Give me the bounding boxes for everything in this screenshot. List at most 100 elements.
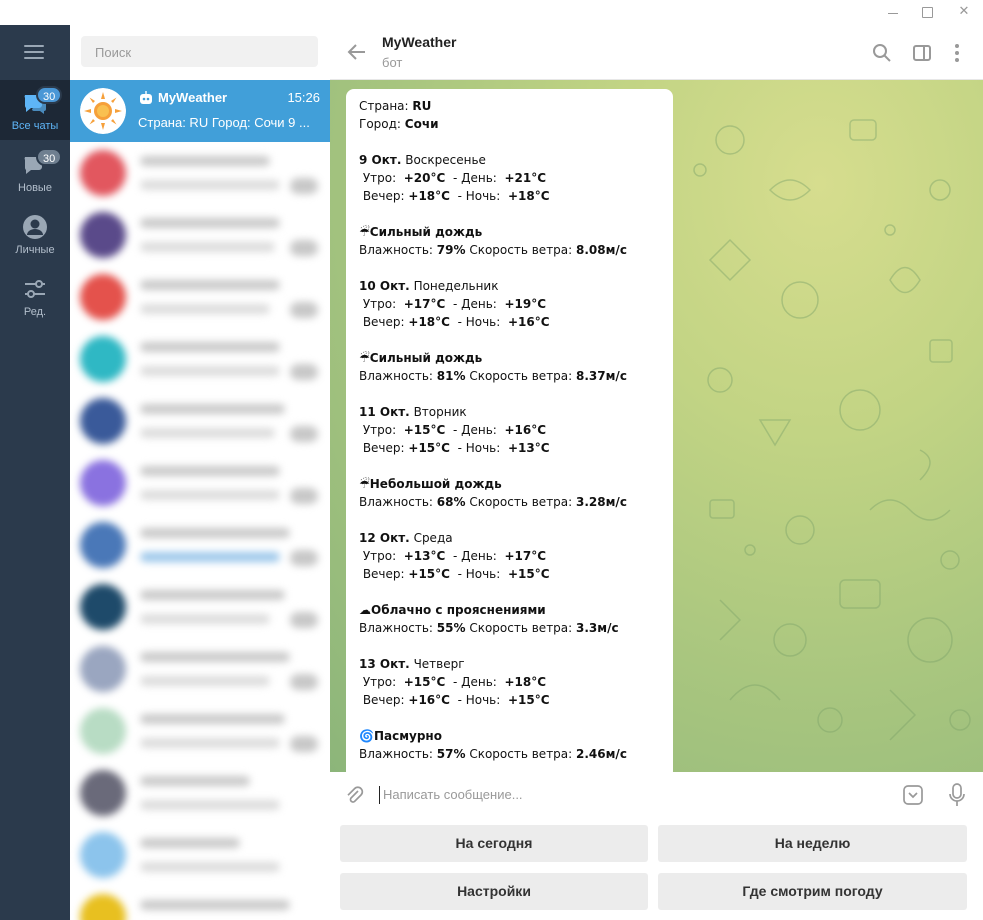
message-line: Утро: +20°C - День: +21°C <box>359 171 546 185</box>
message-line: Вечер: +18°C - Ночь: +16°C <box>359 315 550 329</box>
message-line <box>359 205 660 223</box>
message-line: Утро: +15°C - День: +16°C <box>359 423 546 437</box>
message-line: 9 Окт. Воскресенье <box>359 153 486 167</box>
avatar <box>80 150 126 196</box>
chat-list: Поиск MyWeather 15:26 Страна: RU Город: … <box>70 25 330 920</box>
more-vertical-icon[interactable] <box>946 42 968 64</box>
maximize-icon[interactable] <box>918 3 936 21</box>
message-line: 12 Окт. Среда <box>359 531 453 545</box>
settings-button[interactable]: Настройки <box>340 873 648 910</box>
folder-label: Ред. <box>23 306 47 318</box>
bot-keyboard: На сегодня На неделю Настройки Где смотр… <box>330 818 983 920</box>
folder-new[interactable]: 30 Новые <box>0 142 70 202</box>
message-line: Влажность: 81% Скорость ветра: 8.37м/с <box>359 369 627 383</box>
message-line <box>359 637 660 655</box>
message-line <box>359 511 660 529</box>
chat-item-myweather[interactable]: MyWeather 15:26 Страна: RU Город: Сочи 9… <box>70 80 330 142</box>
unread-badge: 30 <box>36 148 63 166</box>
avatar <box>80 460 126 506</box>
avatar <box>80 708 126 754</box>
chat-preview: Страна: RU Город: Сочи 9 ... <box>138 115 310 130</box>
window-titlebar: ✕ <box>0 0 983 25</box>
message-line <box>359 133 660 151</box>
close-icon[interactable]: ✕ <box>955 3 973 21</box>
chat-item-blurred[interactable] <box>70 452 330 514</box>
chat-item-blurred[interactable] <box>70 266 330 328</box>
avatar <box>80 274 126 320</box>
message-line: ☔Небольшой дождь <box>359 477 502 491</box>
folder-label: Все чаты <box>11 120 59 132</box>
search-icon[interactable] <box>871 42 893 64</box>
where-weather-button[interactable]: Где смотрим погоду <box>658 873 967 910</box>
microphone-icon[interactable] <box>948 783 966 807</box>
message-line <box>359 259 660 277</box>
folder-label: Новые <box>18 182 52 194</box>
message-line <box>359 385 660 403</box>
chat-item-blurred[interactable] <box>70 576 330 638</box>
search-input[interactable]: Поиск <box>81 36 318 67</box>
sidebar-toggle-icon[interactable] <box>911 42 933 64</box>
message-line: ☁Облачно с прояснениями <box>359 603 546 617</box>
message-line: Влажность: 68% Скорость ветра: 3.28м/с <box>359 495 627 509</box>
avatar <box>80 398 126 444</box>
message-line: Влажность: 55% Скорость ветра: 3.3м/с <box>359 621 619 635</box>
message-line: Утро: +15°C - День: +18°C <box>359 675 546 689</box>
folder-personal[interactable]: Личные <box>0 204 70 264</box>
chat-item-blurred[interactable] <box>70 390 330 452</box>
chat-item-blurred[interactable] <box>70 886 330 920</box>
chat-item-blurred[interactable] <box>70 762 330 824</box>
message-line: Город: Сочи <box>359 117 439 131</box>
message-line: 11 Окт. Вторник <box>359 405 467 419</box>
message-line: Страна: RU <box>359 99 432 113</box>
edit-filters-icon <box>25 280 45 298</box>
folder-all-chats[interactable]: 30 Все чаты <box>0 80 70 140</box>
unread-badge: 30 <box>36 86 63 104</box>
chat-item-blurred[interactable] <box>70 204 330 266</box>
chat-item-blurred[interactable] <box>70 328 330 390</box>
message-line: Вечер: +15°C - Ночь: +13°C <box>359 441 550 455</box>
avatar <box>80 770 126 816</box>
chat-name: MyWeather <box>158 90 228 105</box>
today-button[interactable]: На сегодня <box>340 825 648 862</box>
message-line <box>359 709 660 727</box>
chat-background: Страна: RU Город: Сочи 9 Окт. Воскресенье … <box>330 80 983 772</box>
avatar <box>80 894 126 920</box>
back-arrow-icon[interactable] <box>346 41 368 63</box>
chat-item-blurred[interactable] <box>70 142 330 204</box>
avatar <box>80 832 126 878</box>
folder-edit[interactable]: Ред. <box>0 266 70 326</box>
message-input[interactable]: Написать сообщение... <box>383 787 523 802</box>
week-button[interactable]: На неделю <box>658 825 967 862</box>
avatar <box>80 212 126 258</box>
chat-header: MyWeather бот <box>330 25 983 80</box>
message-line: 13 Окт. Четверг <box>359 657 465 671</box>
message-line <box>359 583 660 601</box>
message-line: Влажность: 79% Скорость ветра: 8.08м/с <box>359 243 627 257</box>
text-caret <box>379 786 380 804</box>
chat-item-blurred[interactable] <box>70 514 330 576</box>
avatar <box>80 336 126 382</box>
message-line <box>359 457 660 475</box>
message-line: ☔Сильный дождь <box>359 351 483 365</box>
message-line: ☔Сильный дождь <box>359 225 483 239</box>
message-line: Влажность: 57% Скорость ветра: 2.46м/с <box>359 747 627 761</box>
message-line: Вечер: +18°C - Ночь: +18°C <box>359 189 550 203</box>
minimize-icon[interactable] <box>884 3 902 21</box>
avatar <box>80 522 126 568</box>
hamburger-menu-icon[interactable] <box>24 45 44 59</box>
message-bubble[interactable]: Страна: RU Город: Сочи 9 Окт. Воскресенье … <box>346 89 673 772</box>
avatar <box>80 584 126 630</box>
message-line: Утро: +13°C - День: +17°C <box>359 549 546 563</box>
message-line: Вечер: +16°C - Ночь: +15°C <box>359 693 550 707</box>
person-icon <box>23 215 47 239</box>
folders-rail: 30 Все чаты 30 Новые Личные Ред. <box>0 25 70 920</box>
folder-label: Личные <box>15 244 55 256</box>
avatar <box>80 646 126 692</box>
bot-commands-icon[interactable] <box>902 784 924 806</box>
chat-item-blurred[interactable] <box>70 638 330 700</box>
message-line: Вечер: +15°C - Ночь: +15°C <box>359 567 550 581</box>
paperclip-icon[interactable] <box>344 785 364 805</box>
chat-item-blurred[interactable] <box>70 700 330 762</box>
chat-item-blurred[interactable] <box>70 824 330 886</box>
chat-title[interactable]: MyWeather <box>382 34 456 50</box>
